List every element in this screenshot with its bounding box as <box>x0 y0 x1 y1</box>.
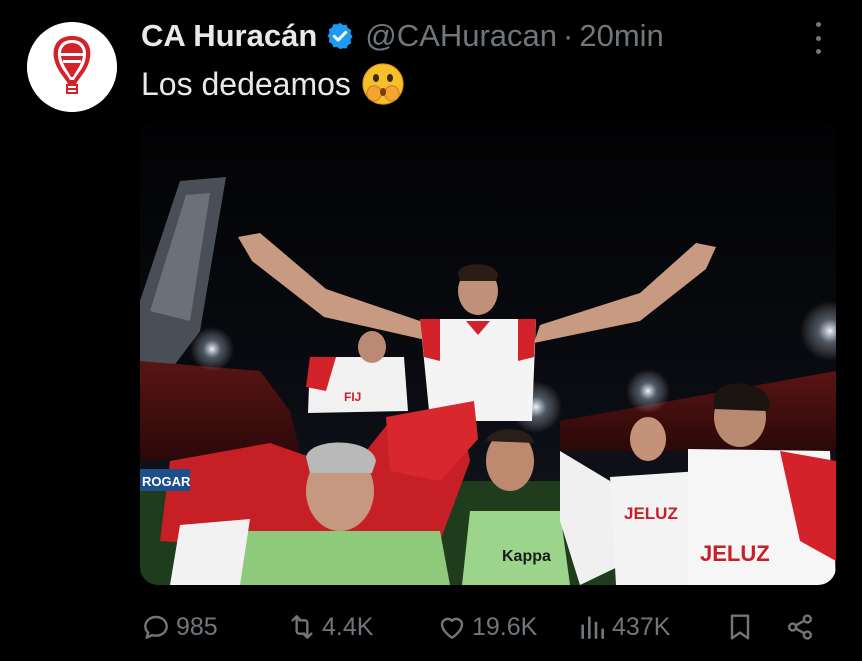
views-count: 437K <box>612 612 671 641</box>
views-button[interactable]: 437K <box>576 608 670 646</box>
shushing-face-emoji <box>362 63 404 105</box>
reply-button[interactable]: 985 <box>140 608 218 646</box>
share-button[interactable] <box>784 608 820 646</box>
sponsor-fij: FIJ <box>344 390 361 404</box>
avatar[interactable] <box>27 22 117 112</box>
repost-count: 4.4K <box>322 612 374 641</box>
more-options-icon[interactable] <box>806 22 830 54</box>
account-name[interactable]: CA Huracán <box>141 18 317 54</box>
like-count: 19.6K <box>472 612 538 641</box>
reply-count: 985 <box>176 612 218 641</box>
reply-icon <box>144 615 168 639</box>
tweet-text: Los dedeamos <box>141 62 405 106</box>
sponsor-rogar: ROGAR <box>142 474 191 489</box>
verified-badge-icon <box>327 22 353 50</box>
club-crest-icon <box>27 22 117 112</box>
repost-icon <box>291 615 313 639</box>
tweet-media-photo[interactable]: JELUZ JELUZ Kappa ROGAR FIJ <box>140 121 836 585</box>
bookmark-icon <box>730 614 750 640</box>
header-separator: · <box>563 18 574 53</box>
sponsor-jeluz-large: JELUZ <box>700 541 770 566</box>
bookmark-button[interactable] <box>724 608 760 646</box>
tweet-action-bar: 985 4.4K 19.6K 437K <box>140 608 840 646</box>
sponsor-jeluz-small: JELUZ <box>624 504 678 523</box>
sponsor-kappa: Kappa <box>502 548 551 565</box>
tweet-header: CA Huracán @CAHuracan · 20min <box>141 14 664 58</box>
like-icon <box>440 617 464 639</box>
tweet-timestamp[interactable]: 20min <box>579 18 663 54</box>
repost-button[interactable]: 4.4K <box>286 608 373 646</box>
celebration-photo: JELUZ JELUZ Kappa ROGAR FIJ <box>140 121 836 585</box>
views-icon <box>581 616 604 639</box>
share-icon <box>788 614 812 640</box>
tweet-text-content: Los dedeamos <box>141 65 351 102</box>
like-button[interactable]: 19.6K <box>436 608 537 646</box>
account-handle[interactable]: @CAHuracan <box>365 18 557 54</box>
